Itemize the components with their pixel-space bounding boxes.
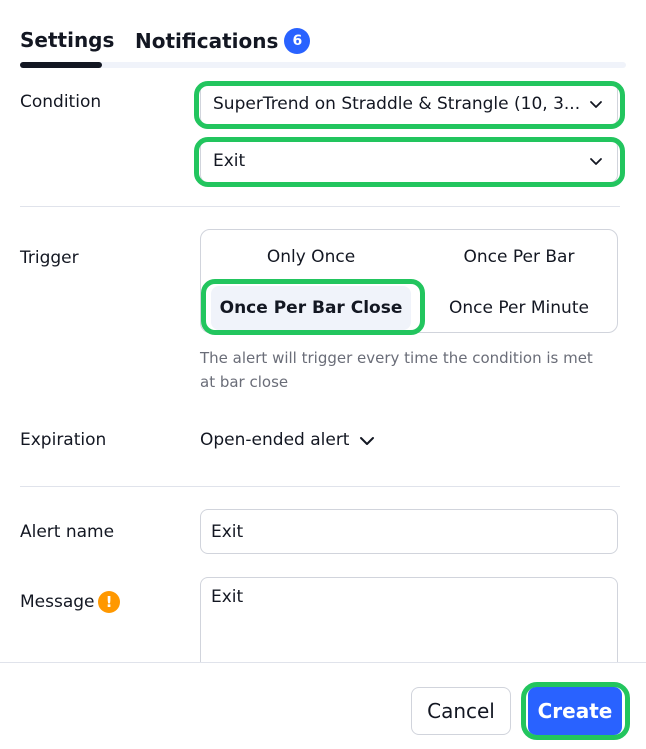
tab-track <box>20 62 626 68</box>
cancel-button[interactable]: Cancel <box>411 687 511 735</box>
tab-settings[interactable]: Settings <box>20 28 114 52</box>
chevron-down-icon <box>590 158 602 165</box>
trigger-hint-text: The alert will trigger every time the co… <box>200 349 593 391</box>
warning-icon[interactable]: ! <box>98 591 120 613</box>
condition-action-select[interactable]: Exit <box>200 139 618 183</box>
expiration-dropdown[interactable]: Open-ended alert <box>200 428 377 452</box>
trigger-option-only-once[interactable]: Only Once <box>211 235 411 279</box>
trigger-label: Trigger <box>20 248 79 268</box>
divider <box>20 206 620 207</box>
condition-indicator-value: SuperTrend on Straddle & Strangle (10, 3… <box>213 94 581 114</box>
trigger-options-group: Only Once Once Per Bar Once Per Bar Clos… <box>200 229 618 333</box>
create-button[interactable]: Create <box>528 687 622 735</box>
chevron-down-icon <box>590 101 602 108</box>
tab-active-indicator <box>20 62 102 68</box>
message-label: Message <box>20 592 95 612</box>
create-alert-dialog: Settings Notifications 6 Condition Super… <box>0 0 646 749</box>
chevron-down-icon <box>360 437 375 445</box>
tab-notifications-label: Notifications <box>135 29 279 53</box>
condition-indicator-select[interactable]: SuperTrend on Straddle & Strangle (10, 3… <box>200 82 618 126</box>
alert-name-input[interactable]: Exit <box>200 509 618 554</box>
condition-label: Condition <box>20 92 102 112</box>
trigger-option-once-per-bar-close[interactable]: Once Per Bar Close <box>211 286 411 330</box>
expiration-label: Expiration <box>20 430 107 450</box>
condition-action-value: Exit <box>213 151 246 171</box>
dialog-footer: Cancel Create <box>0 662 646 749</box>
alert-name-label: Alert name <box>20 522 115 542</box>
divider <box>20 486 620 487</box>
trigger-option-once-per-minute[interactable]: Once Per Minute <box>419 286 619 330</box>
trigger-option-once-per-bar[interactable]: Once Per Bar <box>419 235 619 279</box>
tab-notifications[interactable]: Notifications 6 <box>135 28 311 54</box>
expiration-value: Open-ended alert <box>200 430 350 450</box>
tab-bar: Settings Notifications 6 <box>20 0 626 68</box>
notifications-count-badge: 6 <box>284 28 311 54</box>
